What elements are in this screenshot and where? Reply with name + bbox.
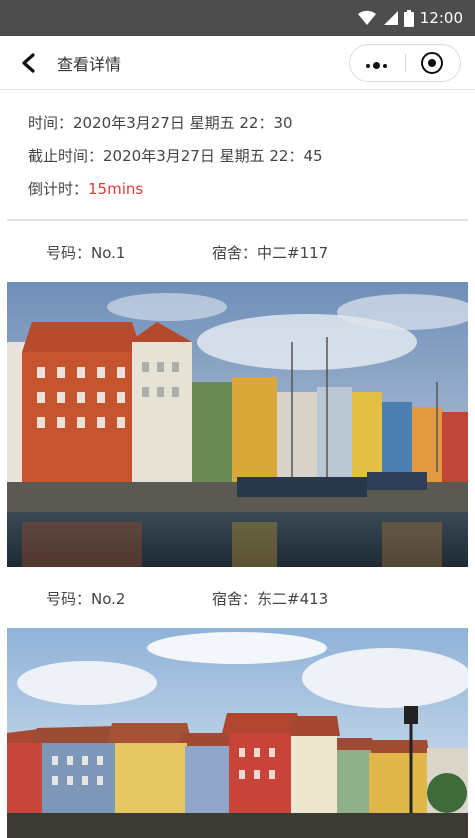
time-label: 时间： (28, 114, 74, 132)
battery-icon (403, 9, 414, 27)
status-bar: 12:00 (0, 0, 475, 36)
entry-dorm: 宿舍：东二#413 (212, 590, 329, 608)
entry-row[interactable]: 号码：No.1 宿舍：中二#117 (7, 222, 468, 282)
more-dots-icon (366, 62, 387, 69)
entry-photo[interactable] (7, 282, 468, 567)
deadline-label: 截止时间： (28, 147, 104, 165)
entry-dorm: 宿舍：中二#117 (212, 244, 329, 262)
signal-icon (383, 11, 398, 25)
status-time: 12:00 (419, 9, 463, 27)
entry-photo[interactable] (7, 628, 468, 838)
countdown-line: 倒计时：15mins (28, 178, 143, 199)
info-card: 时间：2020年3月27日 星期五 22：30 截止时间：2020年3月27日 … (7, 90, 468, 221)
more-button[interactable] (350, 45, 405, 81)
target-circle-icon (421, 52, 443, 74)
back-arrow-icon[interactable] (18, 52, 40, 74)
page-title: 查看详情 (57, 55, 122, 74)
entry-number: 号码：No.1 (46, 244, 126, 262)
wifi-icon (357, 10, 376, 25)
time-value: 2020年3月27日 星期五 22：30 (73, 114, 293, 132)
deadline-line: 截止时间：2020年3月27日 星期五 22：45 (28, 145, 323, 166)
time-line: 时间：2020年3月27日 星期五 22：30 (28, 112, 293, 133)
deadline-value: 2020年3月27日 星期五 22：45 (103, 147, 323, 165)
countdown-value: 15mins (88, 180, 144, 198)
countdown-label: 倒计时： (28, 180, 89, 198)
close-mini-program-button[interactable] (405, 45, 460, 81)
status-icons: 12:00 (357, 9, 463, 27)
entry-row[interactable]: 号码：No.2 宿舍：东二#413 (7, 568, 468, 628)
mini-program-capsule (349, 44, 461, 82)
entry-number: 号码：No.2 (46, 590, 126, 608)
nav-bar: 查看详情 (0, 36, 475, 90)
